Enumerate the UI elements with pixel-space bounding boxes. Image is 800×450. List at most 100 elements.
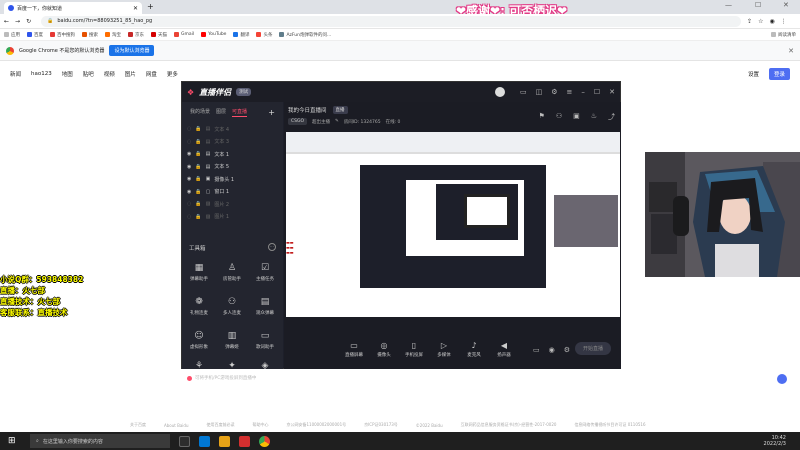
viewers-icon[interactable]: ⚇ — [556, 112, 562, 122]
tab-live[interactable]: 可直播 — [232, 108, 248, 117]
nav-link[interactable]: hao123 — [31, 71, 52, 77]
footer-link[interactable]: 京公网安备11000002000001号 — [286, 422, 346, 428]
file-explorer-icon[interactable] — [219, 435, 230, 447]
bookmark-item[interactable]: 淘宝 — [105, 32, 121, 38]
camera-button[interactable]: ◎ 摄像头 — [369, 341, 399, 358]
tool-danmu-ji[interactable]: ▥ 弹幕姬 — [217, 331, 247, 350]
back-icon[interactable]: ← — [4, 18, 9, 25]
bag-icon[interactable]: ▣ — [573, 112, 580, 122]
layer-item[interactable]: ◉ 🔒 ▤ 文本 1 — [182, 148, 283, 161]
message-icon[interactable]: ▭ — [520, 88, 527, 96]
maximize-icon[interactable]: ☐ — [755, 1, 761, 9]
cast-hint[interactable]: 可将手机/PC游戏投屏到直播中 — [187, 375, 256, 381]
minimize-icon[interactable]: — — [725, 1, 732, 9]
bookmark-item[interactable]: 京东 — [128, 32, 144, 38]
reading-list[interactable]: 阅读清单 — [771, 32, 796, 38]
tool-extra[interactable]: ⚘ — [184, 361, 214, 374]
tool-danmu-helper[interactable]: ▦ 弹幕助手 — [184, 263, 214, 282]
footer-link[interactable]: 关于百度 — [130, 422, 146, 428]
screen-capture-button[interactable]: ▭ 直播屏幕 — [339, 341, 369, 358]
layer-item[interactable]: ◌ 🔒 ▤ 文本 3 — [182, 136, 283, 149]
nav-link[interactable]: 地图 — [62, 70, 73, 78]
layer-item[interactable]: ◌ 🔒 ▨ 图片 2 — [182, 198, 283, 211]
share-icon[interactable]: ⤴ — [608, 112, 615, 122]
bookmark-item[interactable]: 翻译 — [233, 32, 249, 38]
tool-extra[interactable]: ✦ — [217, 361, 247, 374]
layer-item[interactable]: ◉ 🔒 ▢ 窗口 1 — [182, 186, 283, 199]
close-icon[interactable]: ✕ — [609, 88, 615, 96]
login-button[interactable]: 登录 — [768, 68, 790, 80]
phone-cast-button[interactable]: ▯ 手机投屏 — [399, 341, 429, 358]
record-icon[interactable]: ▭ — [533, 346, 540, 354]
close-window-icon[interactable]: ✕ — [783, 1, 789, 9]
bookmark-item[interactable]: YouTube — [201, 32, 226, 37]
bookmark-item[interactable]: 头条 — [256, 32, 272, 38]
settings-icon[interactable]: ⚙ — [551, 88, 557, 96]
layer-item[interactable]: ◌ 🔒 ▨ 图片 1 — [182, 211, 283, 224]
bookmark-item[interactable]: 应用 — [4, 32, 20, 38]
windows-start-icon[interactable]: ⊞ — [8, 436, 16, 446]
footer-link[interactable]: ©2022 Baidu — [416, 423, 443, 428]
task-view-icon[interactable] — [179, 435, 190, 447]
menu-icon[interactable]: ⋮ — [781, 18, 787, 25]
shirt-icon[interactable]: ◫ — [536, 88, 543, 96]
edit-icon[interactable]: ✎ — [335, 119, 339, 124]
feedback-icon[interactable] — [777, 374, 787, 384]
new-tab-icon[interactable]: + — [147, 2, 154, 11]
live-companion-icon[interactable] — [239, 435, 250, 447]
bookmark-item[interactable]: 天猫 — [151, 32, 167, 38]
tool-host-task[interactable]: ☑ 主播任务 — [250, 263, 280, 282]
layer-item[interactable]: ◉ 🔒 ▤ 文本 5 — [182, 161, 283, 174]
nav-link[interactable]: 视频 — [104, 70, 115, 78]
tool-multi-link[interactable]: ⚇ 多人连麦 — [217, 297, 247, 316]
footer-link[interactable]: 信息网络传播视听节目许可证 0110516 — [574, 422, 645, 428]
nav-link[interactable]: 贴吧 — [83, 70, 94, 78]
tab-layers[interactable]: 图层 — [216, 108, 226, 117]
start-live-button[interactable]: 开始直播 — [574, 342, 611, 355]
nav-link[interactable]: 网盘 — [146, 70, 157, 78]
footer-link[interactable]: 帮助中心 — [252, 422, 268, 428]
gear-icon[interactable]: ⚙ — [564, 346, 570, 354]
speaker-button[interactable]: ◀ 扬声器 — [489, 341, 519, 358]
nav-link[interactable]: 新闻 — [10, 70, 21, 78]
close-infobar-icon[interactable]: ✕ — [788, 47, 794, 55]
microphone-button[interactable]: ♪ 麦克风 — [459, 341, 489, 358]
footer-link[interactable]: About Baidu — [164, 423, 188, 428]
bookmark-item[interactable]: 搜索 — [82, 32, 98, 38]
taskbar-search[interactable]: ⌕ 在这里输入你要搜索的内容 — [30, 434, 170, 448]
nav-link[interactable]: 更多 — [167, 70, 178, 78]
share-icon[interactable]: ⇪ — [747, 18, 752, 25]
toolbox-settings-icon[interactable]: ⋯ — [268, 243, 276, 251]
menu-icon[interactable]: ≡ — [566, 88, 572, 96]
minimize-icon[interactable]: – — [581, 88, 585, 96]
nav-link[interactable]: 图片 — [125, 70, 136, 78]
edge-icon[interactable] — [199, 435, 210, 447]
chrome-icon[interactable] — [259, 435, 270, 447]
profile-icon[interactable]: ◉ — [770, 18, 775, 25]
category-tag[interactable]: CSGO — [288, 118, 308, 125]
reload-icon[interactable]: ↻ — [26, 18, 31, 25]
set-default-button[interactable]: 设为默认浏览器 — [109, 45, 155, 56]
close-tab-icon[interactable]: ✕ — [133, 5, 138, 12]
bookmark-star-icon[interactable]: ☆ — [758, 18, 763, 25]
layer-item[interactable]: ◉ 🔒 ▣ 摄像头 1 — [182, 173, 283, 186]
layer-item[interactable]: ◌ 🔒 ▤ 文本 4 — [182, 123, 283, 136]
add-source-icon[interactable]: + — [268, 108, 275, 117]
tool-extra[interactable]: ◈ — [250, 361, 280, 374]
user-avatar[interactable] — [494, 87, 505, 97]
footer-link[interactable]: 使用百度前必读 — [206, 422, 234, 428]
bookmark-item[interactable]: 百中搜狗 — [50, 32, 75, 38]
tab-scenes[interactable]: 我的场景 — [190, 108, 210, 117]
tool-avatar[interactable]: ☺ 虚拟形象 — [184, 331, 214, 350]
url-field[interactable]: 🔒 baidu.com/?tn=88093251_85_hao_pg — [41, 15, 742, 27]
bookmark-item[interactable]: Gmail — [174, 32, 194, 37]
tool-room-manager[interactable]: ♙ 房管助手 — [217, 263, 247, 282]
bookmark-item[interactable]: 百度 — [27, 32, 43, 38]
maximize-icon[interactable]: ☐ — [594, 88, 600, 96]
settings-link[interactable]: 设置 — [748, 70, 759, 78]
tool-viewer-danmu[interactable]: ▤ 观众弹幕 — [250, 297, 280, 316]
forward-icon[interactable]: → — [15, 18, 20, 25]
taskbar-clock[interactable]: 10:42 2022/2/3 — [764, 435, 786, 447]
bell-icon[interactable]: ♨ — [591, 112, 597, 122]
tool-gift-link[interactable]: ❁ 礼物连麦 — [184, 297, 214, 316]
